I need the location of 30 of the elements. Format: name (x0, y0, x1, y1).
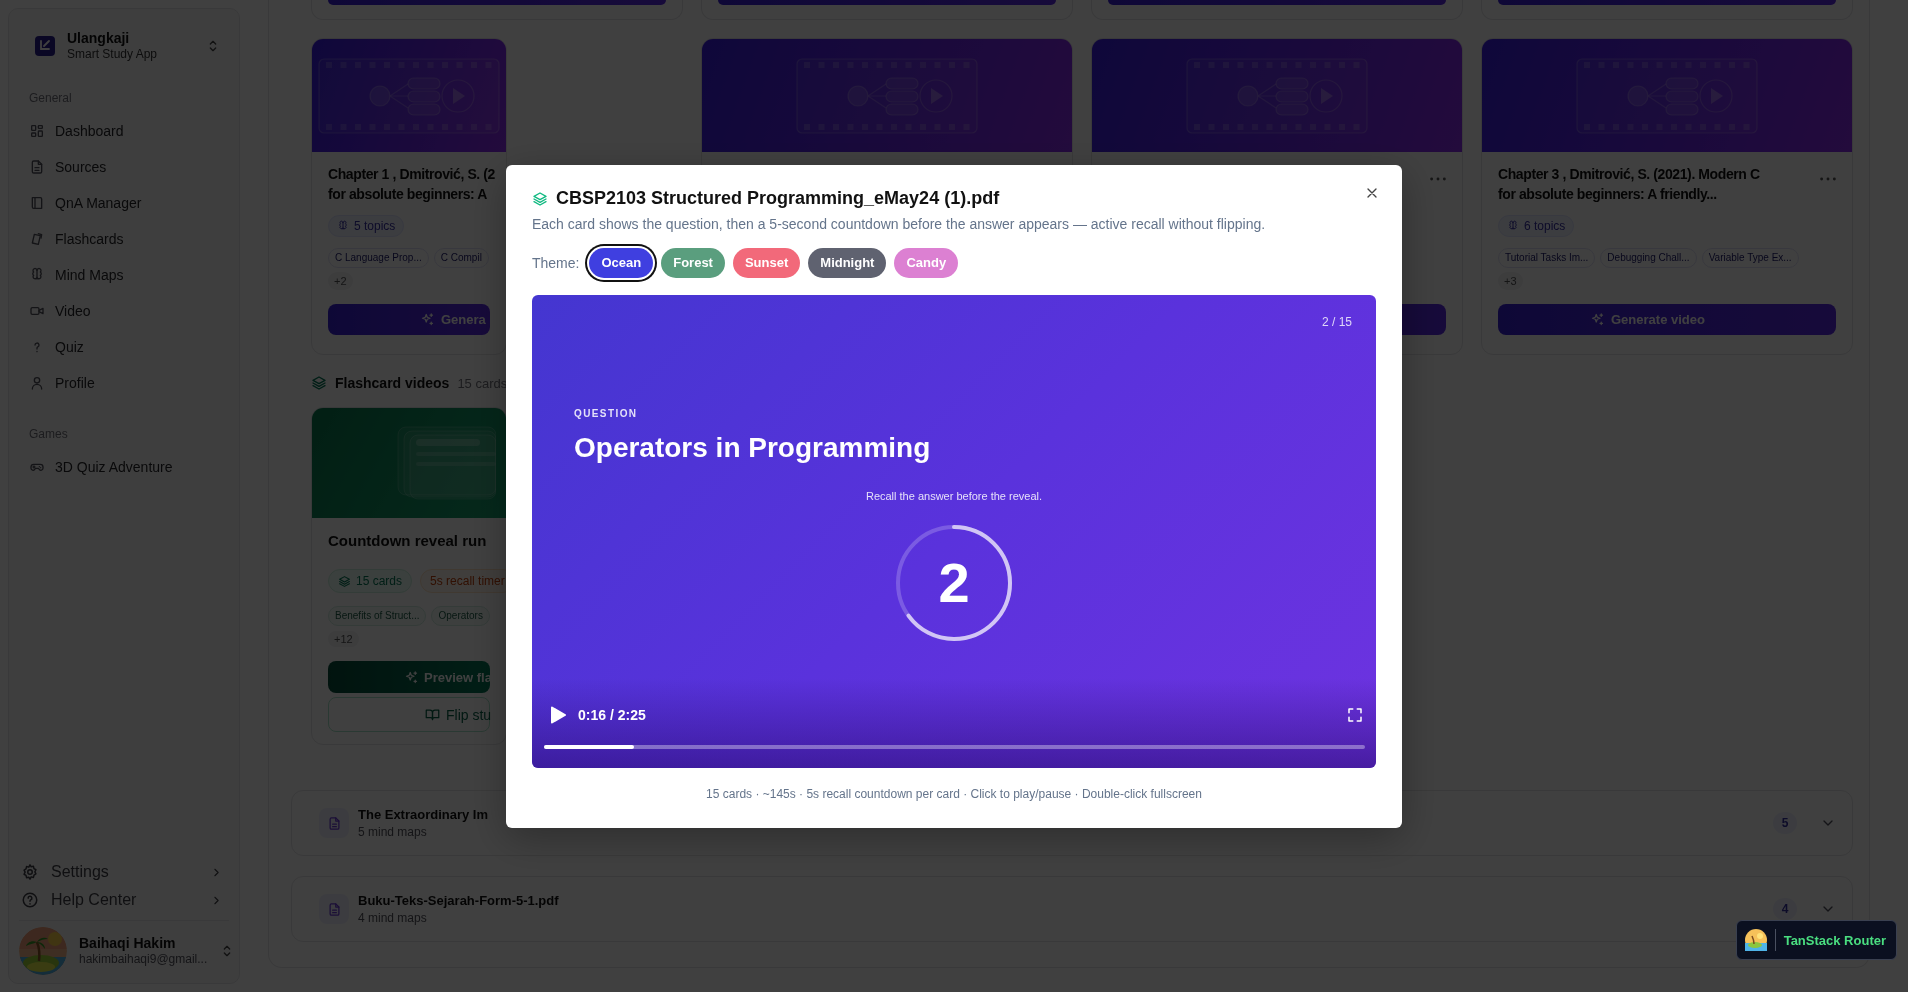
theme-label: Theme: (532, 254, 580, 271)
dialog-description: Each card shows the question, then a 5-second countdown before the answer appears — active recall without flipping. (532, 214, 1267, 233)
question-label: QUESTION (574, 407, 639, 420)
source-title: The Extraordinary Im (358, 807, 490, 822)
card-title: Chapter 1 , Dmitrović, S. (2 for absolute beginners: A (328, 165, 495, 204)
card-title: Countdown reveal run (328, 532, 488, 550)
recall-hint: Recall the answer before the reveal. (865, 488, 1043, 503)
countdown-number: 2 (938, 552, 970, 613)
progress-bar[interactable] (544, 744, 1365, 749)
section-title: Flashcard videos (335, 375, 450, 391)
card-title: Chapter 3 , Dmitrović, S. (2021). Modern C for absolute beginners: A friendly... (1498, 165, 1760, 204)
question-title: Operators in Programming (574, 430, 932, 465)
user-name: Baihaqi Hakim (79, 935, 176, 952)
devtools-button[interactable]: TanStack Router (1735, 920, 1897, 960)
theme-option[interactable]: Sunset (732, 247, 801, 278)
theme-option[interactable]: Forest (661, 247, 725, 278)
theme-option[interactable]: Candy (894, 247, 959, 278)
player-caption: 15 cards · ~145s · 5s recall countdown per card · Click to play/pause · Double-click fullscreen (705, 785, 1203, 802)
logo-icon (1744, 929, 1767, 951)
app-name: Ulangkaji (67, 30, 131, 47)
dialog-title: CBSP2103 Structured Programming_eMay24 (1).pdf (556, 188, 1000, 209)
video-player[interactable]: 2 / 15 QUESTION Operators in Programming Recall the answer before the reveal. 2 0:16 / 2:25 (532, 294, 1376, 768)
playback-time: 0:16 / 2:25 (578, 706, 647, 723)
fullscreen-icon (1346, 705, 1364, 724)
card-counter: 2 / 15 (1321, 313, 1352, 330)
source-title: Buku-Teks-Sejarah-Form-5-1.pdf (358, 893, 560, 908)
card-count: 15 cards (356, 574, 403, 588)
layers-icon (532, 190, 548, 207)
play-icon[interactable] (548, 704, 568, 725)
theme-option[interactable]: Midnight (808, 247, 887, 278)
